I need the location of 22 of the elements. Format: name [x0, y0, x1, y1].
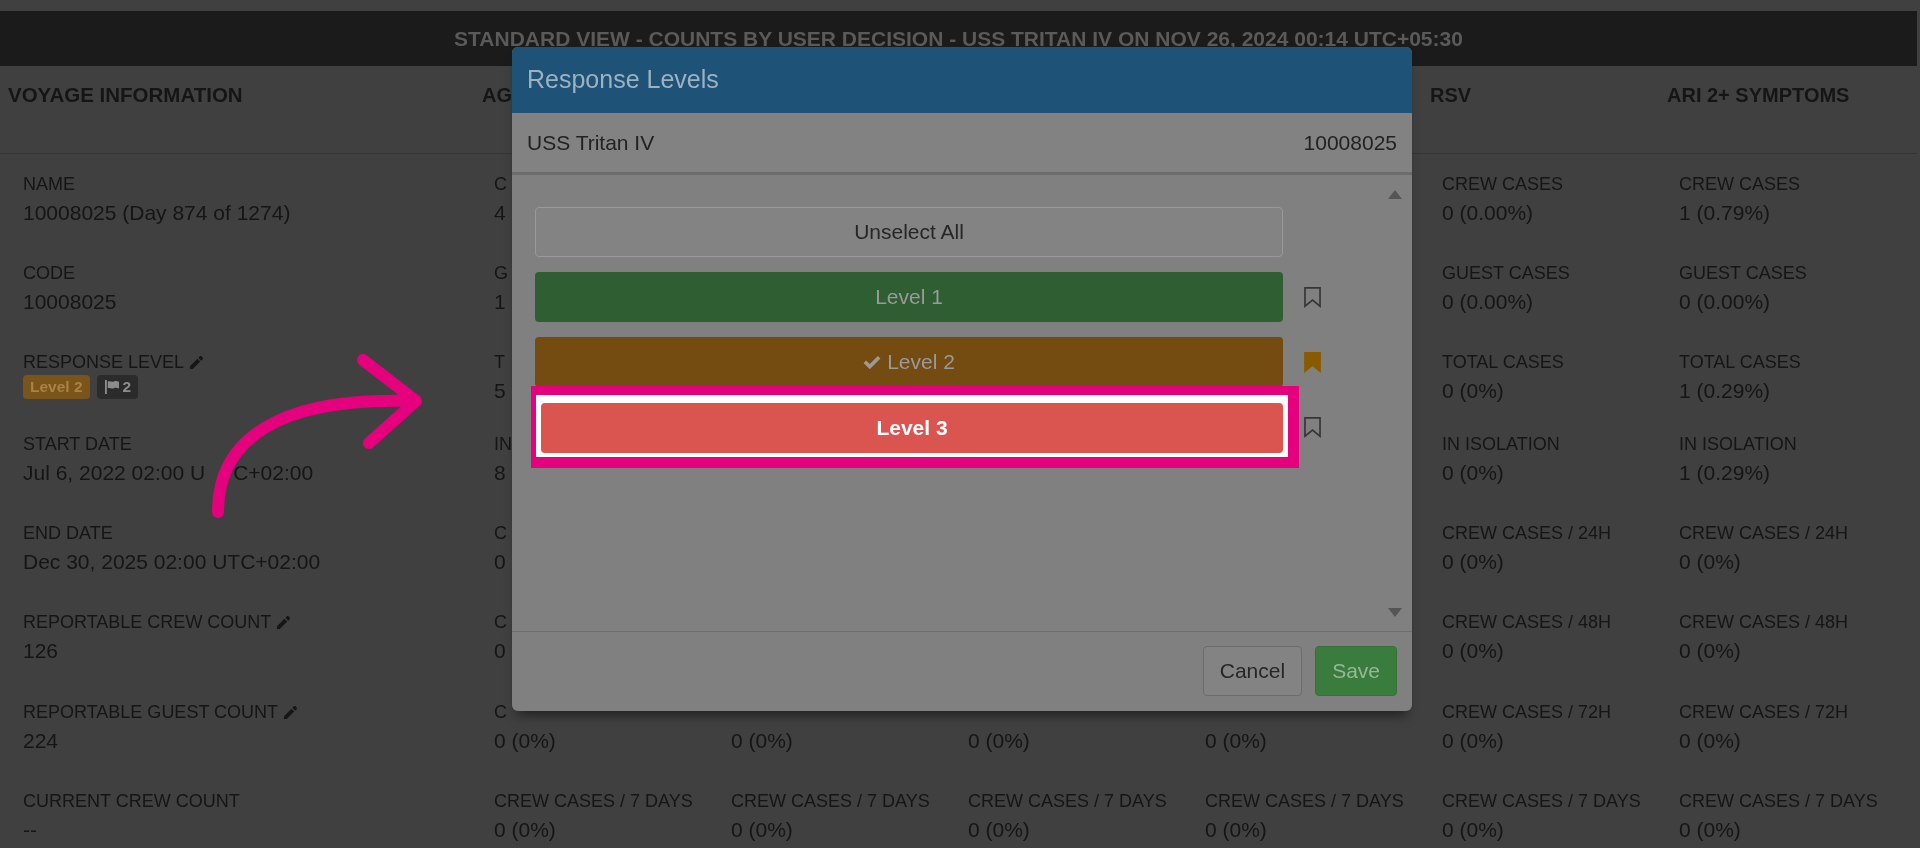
scroll-up-icon[interactable]	[1388, 190, 1402, 199]
view-title: STANDARD VIEW - COUNTS BY USER DECISION - USS TRITAN IV ON NOV 26, 2024 00:14 UTC+05:30	[454, 25, 1463, 52]
bookmark-icon[interactable]	[1303, 350, 1322, 374]
bookmark-icon[interactable]	[1303, 285, 1322, 309]
voyage-name: USS Tritan IV	[527, 129, 655, 156]
level-option-button[interactable]: Level 1	[535, 272, 1283, 322]
field-value: --	[23, 818, 37, 842]
unselect-all-button[interactable]: Unselect All	[535, 207, 1283, 257]
pencil-icon[interactable]	[189, 354, 205, 370]
level-option-button[interactable]: Level 3	[541, 403, 1283, 453]
voyage-code: 10008025	[1303, 129, 1397, 156]
flag-icon	[103, 380, 119, 394]
bookmark-icon[interactable]	[1303, 415, 1322, 439]
level-option-button[interactable]: Level 2	[535, 337, 1283, 387]
checkmark-icon	[863, 354, 882, 370]
scroll-down-icon[interactable]	[1388, 608, 1402, 617]
cancel-button[interactable]: Cancel	[1202, 646, 1303, 696]
dialog-title: Response Levels	[527, 64, 719, 96]
save-button[interactable]: Save	[1315, 646, 1397, 696]
pencil-icon[interactable]	[283, 704, 299, 720]
pencil-icon[interactable]	[276, 614, 292, 630]
flag-count: 2	[122, 378, 132, 396]
